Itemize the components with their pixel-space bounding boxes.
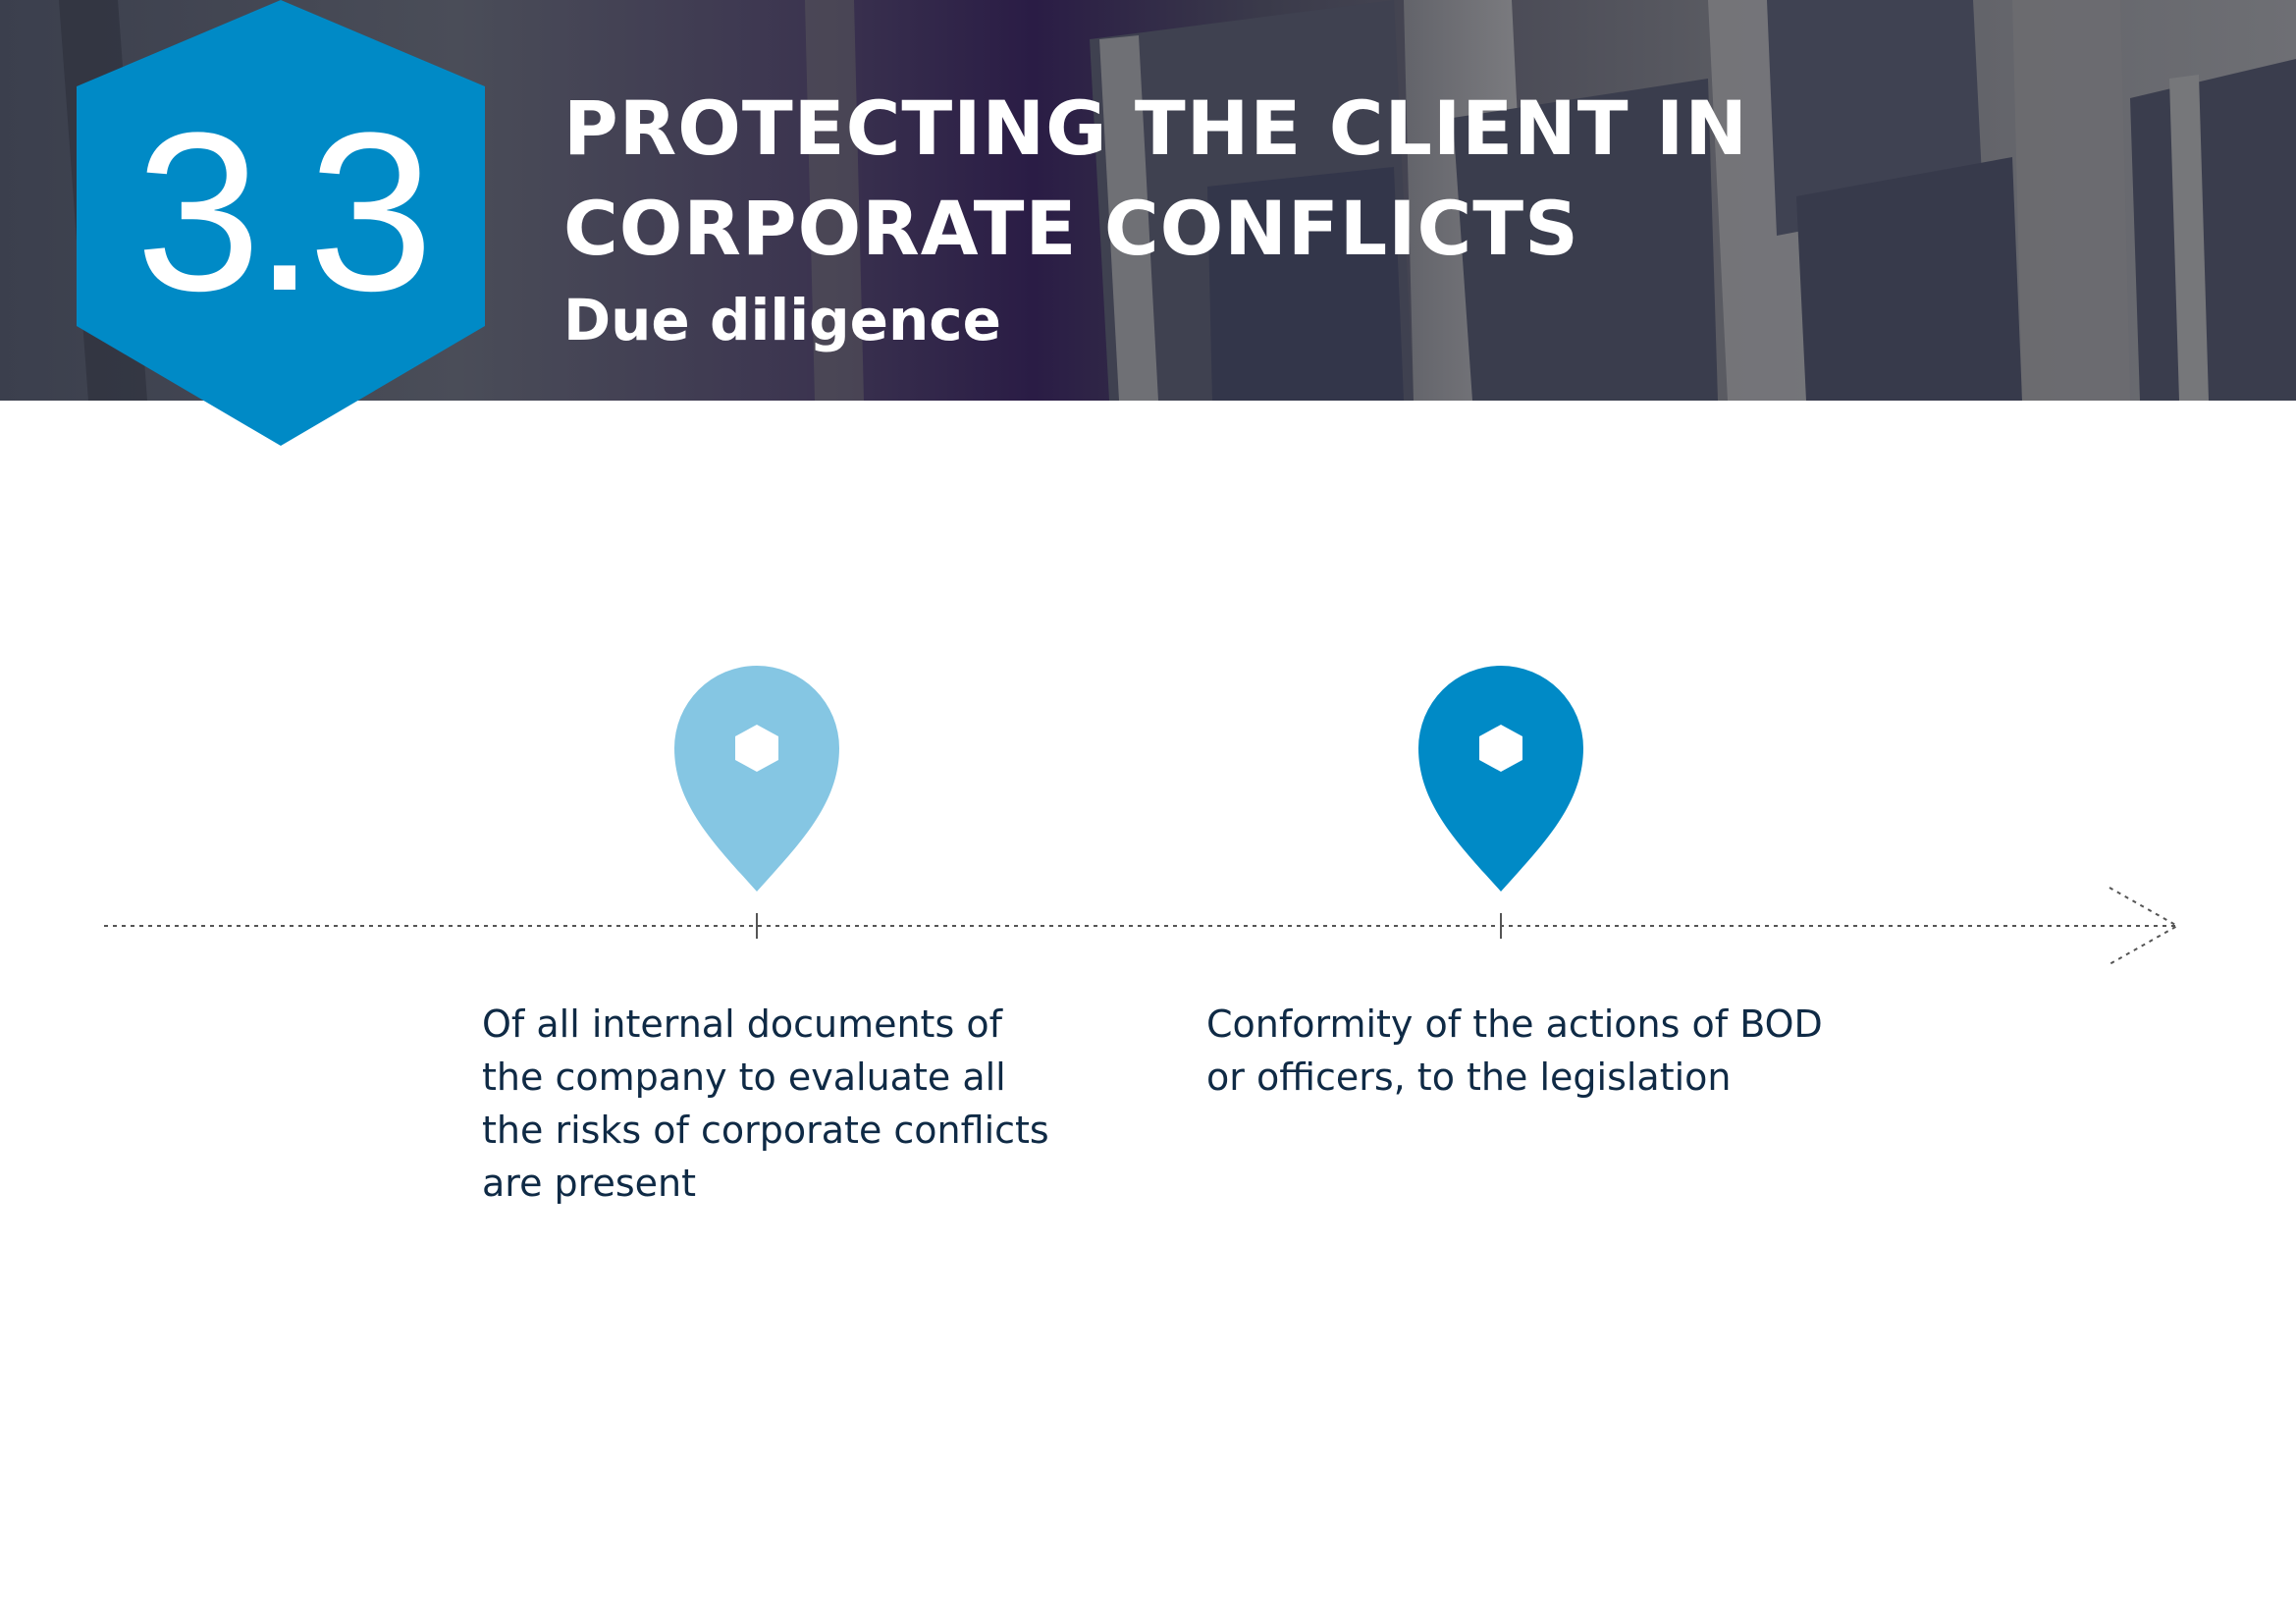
map-pin-hexagon-icon (1418, 666, 1583, 892)
timeline-step-1-text: Of all internal documents of the company… (482, 1002, 1049, 1205)
timeline-step-2-text: Conformity of the actions of BOD or offi… (1206, 1002, 1823, 1099)
timeline (104, 666, 2180, 965)
map-pin-hexagon-icon (674, 666, 839, 892)
